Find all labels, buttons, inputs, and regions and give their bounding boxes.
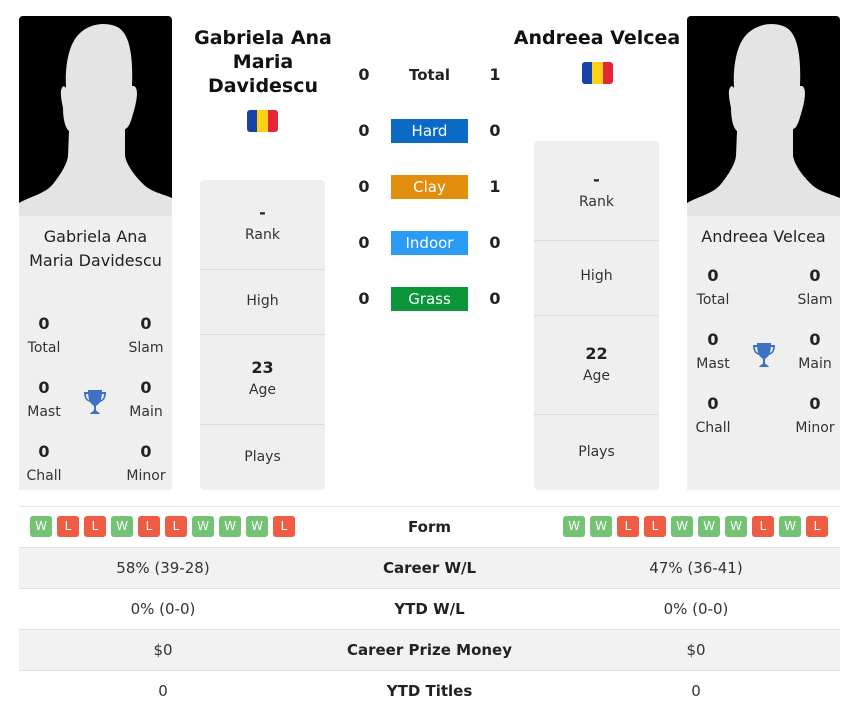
h2h-row-clay: 0 Clay 1 <box>345 175 515 199</box>
info-age: 22 Age <box>534 316 659 415</box>
player-left-card: Gabriela Ana Maria Davidescu 0 Total 0 S… <box>19 216 172 490</box>
form-win-badge[interactable]: W <box>779 516 801 537</box>
surface-grass-badge[interactable]: Grass <box>391 287 468 311</box>
titles-mast: 0 Mast <box>27 378 61 420</box>
info-plays: Plays <box>578 444 615 460</box>
h2h-row-grass: 0 Grass 0 <box>345 287 515 311</box>
player-right-card-name[interactable]: Andreea Velcea <box>687 216 840 249</box>
player-left-career-wl: 58% (39-28) <box>116 559 210 577</box>
titles-main: 0 Main <box>798 330 832 372</box>
player-right-ytd-titles: 0 <box>691 682 701 700</box>
player-left-info: - Rank High 23 Age Plays <box>200 180 325 490</box>
comparison-table: WLLWLLWWWL Form WWLLWWWLWL 58% (39-28) C… <box>19 506 840 712</box>
player-right-form: WWLLWWWLWL <box>563 516 828 537</box>
career-wl-row: 58% (39-28) Career W/L 47% (36-41) <box>19 548 840 589</box>
form-win-badge[interactable]: W <box>111 516 133 537</box>
form-win-badge[interactable]: W <box>192 516 214 537</box>
h2h-row-total: 0 Total 1 <box>345 63 515 87</box>
prize-money-row: $0 Career Prize Money $0 <box>19 630 840 671</box>
silhouette-icon <box>19 24 172 216</box>
ytd-wl-label: YTD W/L <box>394 600 465 618</box>
surface-total-label: Total <box>409 66 450 84</box>
form-loss-badge[interactable]: L <box>644 516 666 537</box>
form-win-badge[interactable]: W <box>563 516 585 537</box>
ytd-wl-row: 0% (0-0) YTD W/L 0% (0-0) <box>19 589 840 630</box>
form-loss-badge[interactable]: L <box>138 516 160 537</box>
surface-hard-badge[interactable]: Hard <box>391 119 468 143</box>
info-rank: - Rank <box>200 180 325 270</box>
form-loss-badge[interactable]: L <box>84 516 106 537</box>
form-loss-badge[interactable]: L <box>57 516 79 537</box>
form-loss-badge[interactable]: L <box>806 516 828 537</box>
player-left-prize: $0 <box>153 641 173 659</box>
form-loss-badge[interactable]: L <box>165 516 187 537</box>
titles-minor: 0 Minor <box>126 442 166 484</box>
form-loss-badge[interactable]: L <box>752 516 774 537</box>
titles-total: 0 Total <box>27 314 61 356</box>
form-win-badge[interactable]: W <box>698 516 720 537</box>
player-left-name[interactable]: Gabriela Ana Maria Davidescu <box>180 26 346 98</box>
ytd-titles-row: 0 YTD Titles 0 <box>19 671 840 712</box>
form-win-badge[interactable]: W <box>590 516 612 537</box>
form-win-badge[interactable]: W <box>671 516 693 537</box>
player-left-ytd-titles: 0 <box>158 682 168 700</box>
form-row: WLLWLLWWWL Form WWLLWWWLWL <box>19 507 840 548</box>
titles-slam: 0 Slam <box>797 266 833 308</box>
career-wl-label: Career W/L <box>382 559 477 577</box>
romania-flag-icon <box>582 62 613 84</box>
player-right-card: Andreea Velcea 0 Total 0 Slam 0 Mast 0 M… <box>687 216 840 490</box>
player-left-card-name[interactable]: Gabriela Ana Maria Davidescu <box>19 216 172 273</box>
ytd-titles-label: YTD Titles <box>386 682 473 700</box>
info-rank: - Rank <box>534 141 659 241</box>
silhouette-icon <box>687 24 840 216</box>
player-right-info: - Rank High 22 Age Plays <box>534 141 659 490</box>
player-right-prize: $0 <box>686 641 706 659</box>
form-win-badge[interactable]: W <box>725 516 747 537</box>
form-win-badge[interactable]: W <box>219 516 241 537</box>
player-right-career-wl: 47% (36-41) <box>649 559 743 577</box>
form-loss-badge[interactable]: L <box>617 516 639 537</box>
trophy-icon <box>752 341 776 369</box>
h2h-row-indoor: 0 Indoor 0 <box>345 231 515 255</box>
trophy-icon <box>83 388 107 416</box>
player-left-photo <box>19 16 172 216</box>
titles-main: 0 Main <box>129 378 163 420</box>
info-age: 23 Age <box>200 335 325 425</box>
h2h-row-hard: 0 Hard 0 <box>345 119 515 143</box>
surface-indoor-badge[interactable]: Indoor <box>391 231 468 255</box>
info-plays: Plays <box>244 449 281 465</box>
titles-slam: 0 Slam <box>128 314 164 356</box>
romania-flag-icon <box>247 110 278 132</box>
form-label: Form <box>408 518 451 536</box>
titles-chall: 0 Chall <box>26 442 62 484</box>
player-right-ytd-wl: 0% (0-0) <box>663 600 729 618</box>
prize-money-label: Career Prize Money <box>346 641 512 659</box>
form-loss-badge[interactable]: L <box>273 516 295 537</box>
player-right-name[interactable]: Andreea Velcea <box>505 26 689 50</box>
info-high: High <box>200 270 325 335</box>
surface-clay-badge[interactable]: Clay <box>391 175 468 199</box>
titles-chall: 0 Chall <box>695 394 731 436</box>
titles-total: 0 Total <box>696 266 730 308</box>
player-left-form: WLLWLLWWWL <box>30 516 295 537</box>
info-high: High <box>534 241 659 316</box>
player-right-photo <box>687 16 840 216</box>
form-win-badge[interactable]: W <box>30 516 52 537</box>
titles-minor: 0 Minor <box>795 394 835 436</box>
player-left-ytd-wl: 0% (0-0) <box>130 600 196 618</box>
form-win-badge[interactable]: W <box>246 516 268 537</box>
titles-mast: 0 Mast <box>696 330 730 372</box>
